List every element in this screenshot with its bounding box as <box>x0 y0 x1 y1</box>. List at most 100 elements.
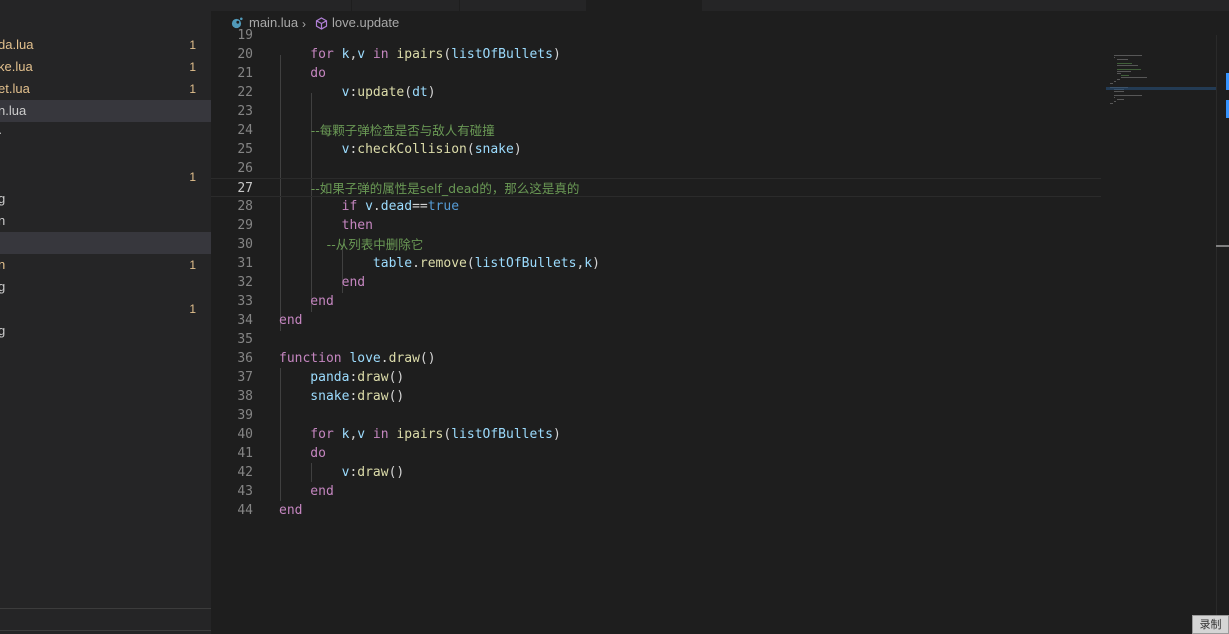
sidebar-file-item[interactable]: · <box>0 122 211 144</box>
code-token: remove <box>419 256 467 271</box>
code-token: checkCollision <box>357 142 467 157</box>
code-text: --每颗子弹检查是否与敌人有碰撞 <box>279 121 495 141</box>
sidebar-file-item[interactable]: g <box>0 188 211 210</box>
code-line[interactable]: 23 <box>211 102 1101 121</box>
line-number: 38 <box>237 389 253 404</box>
code-text: end <box>279 311 302 330</box>
code-token: ) <box>552 427 561 442</box>
minimap-line <box>1113 91 1125 92</box>
code-token: dt <box>412 85 428 100</box>
sidebar-file-item[interactable]: n1 <box>0 254 211 276</box>
code-line[interactable]: 42 v:draw() <box>211 463 1101 482</box>
minimap-line <box>1117 71 1131 72</box>
code-line[interactable]: 25 v:checkCollision(snake) <box>211 140 1101 159</box>
code-editor[interactable]: 19 20 for k,v in ipairs(listOfBullets) 21 … <box>211 28 1229 634</box>
code-line[interactable]: 39 <box>211 406 1101 425</box>
code-token: end <box>279 313 303 328</box>
minimap-line <box>1110 83 1113 84</box>
line-number: 19 <box>237 28 253 43</box>
code-token: v <box>357 47 366 62</box>
code-text: v:update(dt) <box>279 83 436 102</box>
code-line[interactable]: 29 then <box>211 216 1101 235</box>
scrollbar-thumb[interactable] <box>1216 245 1229 247</box>
code-line[interactable]: 27 --如果子弹的属性是self_dead的，那么这是真的 <box>211 178 1101 197</box>
vertical-scrollbar[interactable] <box>1216 35 1229 634</box>
sidebar-file-item[interactable]: 1 <box>0 166 211 188</box>
sidebar-file-item[interactable]: g <box>0 320 211 342</box>
code-token: v <box>279 465 350 480</box>
code-line[interactable]: 34 end <box>211 311 1101 330</box>
line-number: 24 <box>237 123 253 138</box>
record-button[interactable]: 录制 <box>1192 615 1229 634</box>
code-line[interactable]: 19 <box>211 26 1101 45</box>
code-line[interactable]: 24 --每颗子弹检查是否与敌人有碰撞 <box>211 121 1101 140</box>
code-line[interactable]: 36 function love.draw() <box>211 349 1101 368</box>
minimap-line <box>1110 103 1113 104</box>
code-line[interactable]: 40 for k,v in ipairs(listOfBullets) <box>211 425 1101 444</box>
code-token: update <box>357 85 405 100</box>
code-line[interactable]: 20 for k,v in ipairs(listOfBullets) <box>211 45 1101 64</box>
line-number: 26 <box>237 161 253 176</box>
sidebar-file-item[interactable]: 1 <box>0 298 211 320</box>
sidebar-file-name: g <box>0 191 6 206</box>
line-number: 35 <box>237 332 253 347</box>
sidebar-file-item[interactable]: n.lua <box>0 100 211 122</box>
code-token: --从列表中删除它 <box>279 237 424 252</box>
code-token: ipairs <box>396 47 444 62</box>
sidebar-file-item[interactable]: ke.lua 1 <box>0 56 211 78</box>
code-token: ( <box>466 142 475 157</box>
line-number: 44 <box>237 503 253 518</box>
line-number: 30 <box>237 237 253 252</box>
code-line[interactable]: 33 end <box>211 292 1101 311</box>
sidebar-file-name: · <box>0 122 2 144</box>
sidebar-file-item[interactable]: g <box>0 276 211 298</box>
sidebar-file-item[interactable]: da.lua 1 <box>0 34 211 56</box>
sidebar-file-name: et.lua <box>0 81 30 96</box>
code-line[interactable]: 21 do <box>211 64 1101 83</box>
code-token: . <box>372 199 381 214</box>
minimap-line <box>1113 101 1117 102</box>
code-text: panda:draw() <box>279 368 404 387</box>
sidebar-file-item[interactable] <box>0 232 211 254</box>
sidebar-file-item[interactable]: et.lua 1 <box>0 78 211 100</box>
code-text: table.remove(listOfBullets,k) <box>279 254 600 273</box>
line-number: 33 <box>237 294 253 309</box>
code-line[interactable]: 22 v:update(dt) <box>211 83 1101 102</box>
active-tab[interactable] <box>587 0 701 11</box>
line-number: 21 <box>237 66 253 81</box>
sidebar-file-name: g <box>0 279 6 294</box>
code-token: ( <box>404 85 413 100</box>
sidebar-file-item[interactable] <box>0 144 211 166</box>
sidebar-file-name: n <box>0 257 6 272</box>
code-line[interactable]: 28 if v.dead==true <box>211 197 1101 216</box>
sidebar-divider-bottom <box>0 630 211 631</box>
line-number: 32 <box>237 275 253 290</box>
code-line[interactable]: 32 end <box>211 273 1101 292</box>
code-line[interactable]: 41 do <box>211 444 1101 463</box>
sidebar-file-name: n <box>0 213 6 228</box>
code-token: ) <box>513 142 522 157</box>
code-line[interactable]: 35 <box>211 330 1101 349</box>
code-line[interactable]: 31 table.remove(listOfBullets,k) <box>211 254 1101 273</box>
sidebar-file-item[interactable]: n <box>0 210 211 232</box>
code-token: draw <box>357 465 389 480</box>
code-text: v:draw() <box>279 463 405 482</box>
line-number: 40 <box>237 427 253 442</box>
code-token: end <box>279 484 334 499</box>
code-line[interactable]: 44 end <box>211 501 1101 520</box>
code-line[interactable]: 37 panda:draw() <box>211 368 1101 387</box>
code-token: listOfBullets <box>451 427 553 442</box>
line-number: 28 <box>237 199 253 214</box>
line-number: 20 <box>237 47 253 62</box>
code-line[interactable]: 30 --从列表中删除它 <box>211 235 1101 254</box>
minimap[interactable] <box>1106 33 1216 123</box>
sidebar-divider <box>0 608 211 609</box>
code-line[interactable]: 43 end <box>211 482 1101 501</box>
code-token: snake <box>279 389 350 404</box>
code-line[interactable]: 38 snake:draw() <box>211 387 1101 406</box>
code-token: . <box>412 256 420 271</box>
minimap-line <box>1113 97 1116 98</box>
minimap-line <box>1120 77 1147 78</box>
code-line[interactable]: 26 <box>211 159 1101 178</box>
code-token: love <box>349 351 381 366</box>
